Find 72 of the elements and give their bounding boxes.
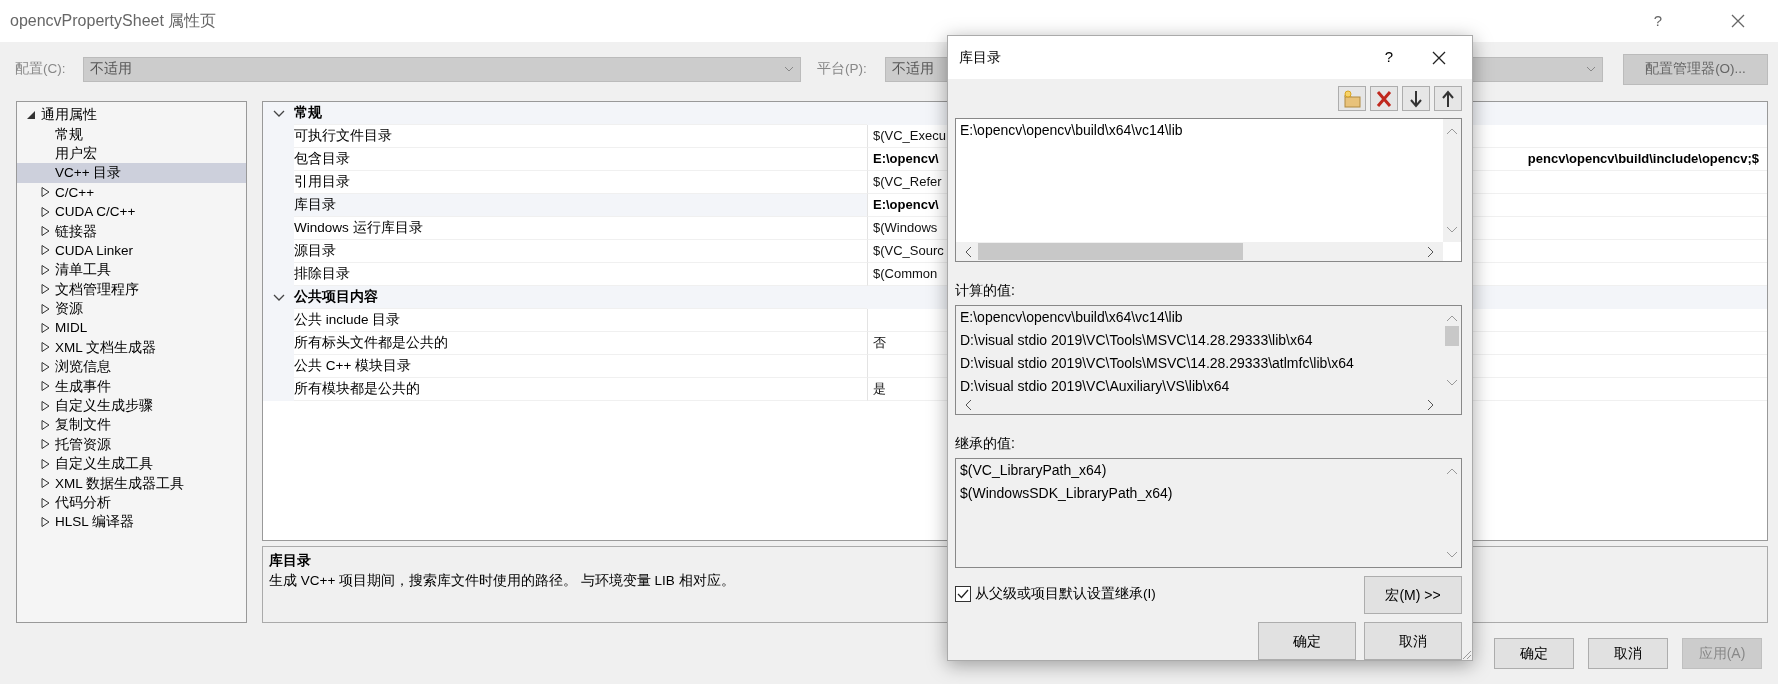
property-name[interactable]: 包含目录 — [294, 148, 867, 171]
delete-button[interactable] — [1370, 86, 1398, 111]
dialog-title: 库目录 — [959, 48, 1002, 67]
scrollbar-thumb[interactable] — [1445, 326, 1459, 346]
list-entry: D:\visual stdio 2019\VC\Auxiliary\VS\lib\x64 — [959, 377, 1231, 396]
move-down-button[interactable] — [1402, 86, 1430, 111]
tree-item[interactable]: MIDL — [17, 318, 246, 338]
property-name[interactable]: 所有标头文件都是公共的 — [294, 332, 867, 355]
tree-item[interactable]: 通用属性 — [17, 105, 246, 125]
section-label: 继承的值: — [955, 434, 1016, 453]
list-entry: D:\visual stdio 2019\VC\Tools\MSVC\14.28.29333\lib\x64 — [959, 331, 1314, 350]
tree-item[interactable]: XML 数据生成器工具 — [17, 473, 246, 493]
tree-item[interactable]: 文档管理程序 — [17, 279, 246, 299]
window-title: opencvPropertySheet 属性页 — [10, 11, 218, 31]
list-box[interactable]: E:\opencv\opencv\build\x64\vc14\lib — [955, 118, 1462, 262]
checkbox[interactable] — [955, 586, 971, 603]
list-entry: $(WindowsSDK_LibraryPath_x64) — [959, 484, 1174, 503]
tree-item[interactable]: 自定义生成工具 — [17, 454, 246, 474]
macro-button[interactable]: 宏(M) >> — [1364, 576, 1462, 614]
tree-item[interactable]: HLSL 编译器 — [17, 512, 246, 532]
tree-item[interactable]: 自定义生成步骤 — [17, 395, 246, 416]
tree-item[interactable]: 常规 — [17, 124, 246, 144]
scrollbar[interactable] — [956, 242, 1443, 261]
tree-item[interactable]: 复制文件 — [17, 415, 246, 435]
description-text: 生成 VC++ 项目期间，搜索库文件时使用的路径。 与环境变量 LIB 相对应。 — [269, 572, 735, 591]
tree-item[interactable]: 托管资源 — [17, 434, 246, 455]
property-name[interactable]: 可执行文件目录 — [294, 125, 867, 148]
move-up-button[interactable] — [1434, 86, 1462, 111]
dropdown-icon — [784, 66, 794, 72]
tree-item[interactable]: C/C++ — [17, 182, 246, 202]
list-entry[interactable]: E:\opencv\opencv\build\x64\vc14\lib — [956, 119, 1442, 142]
dialog-button[interactable]: 取消 — [1364, 622, 1462, 660]
list-entry: D:\visual stdio 2019\VC\Tools\MSVC\14.28.29333\atlmfc\lib\x64 — [959, 354, 1355, 373]
tree-item[interactable]: 资源 — [17, 298, 246, 319]
property-name[interactable]: Windows 运行库目录 — [294, 217, 867, 240]
dialog-button[interactable]: 确定 — [1258, 622, 1356, 660]
tree-item[interactable]: VC++ 目录 — [17, 163, 246, 183]
combo-box[interactable]: 不适用 — [83, 56, 801, 82]
property-name[interactable]: 公共 C++ 模块目录 — [294, 355, 867, 378]
delete-icon — [1374, 88, 1394, 109]
scrollbar-thumb[interactable] — [978, 243, 1243, 260]
tree-item[interactable]: 链接器 — [17, 221, 246, 241]
tree-item[interactable]: 用户宏 — [17, 143, 246, 164]
folder-icon — [1342, 88, 1362, 109]
tree-item[interactable]: 生成事件 — [17, 376, 246, 396]
property-name[interactable]: 库目录 — [294, 194, 867, 217]
checkmark-icon — [957, 589, 969, 600]
help-button[interactable]: ? — [1364, 46, 1414, 69]
resize-grip-icon — [1460, 648, 1472, 660]
tree-item[interactable]: 浏览信息 — [17, 357, 246, 377]
description-title: 库目录 — [269, 552, 311, 570]
tree-item[interactable]: 清单工具 — [17, 260, 246, 280]
dialog-button[interactable]: 取消 — [1588, 638, 1668, 669]
tree-item[interactable]: XML 文档生成器 — [17, 337, 246, 358]
help-button[interactable]: ? — [1618, 9, 1698, 33]
list-entry: $(VC_LibraryPath_x64) — [959, 461, 1108, 480]
tree-item[interactable]: CUDA C/C++ — [17, 201, 246, 222]
property-name[interactable]: 公共 include 目录 — [294, 309, 867, 332]
dropdown-icon — [1586, 66, 1596, 72]
dialog-button[interactable]: 确定 — [1494, 638, 1574, 669]
checkbox-label: 从父级或项目默认设置继承(I) — [975, 585, 1156, 603]
property-name[interactable]: 源目录 — [294, 240, 867, 263]
tree-item[interactable]: 代码分析 — [17, 492, 246, 513]
config-label: 配置(C): — [15, 59, 67, 78]
close-icon[interactable] — [1432, 50, 1446, 65]
section-label: 计算的值: — [955, 281, 1016, 300]
section-header[interactable]: 公共项目内容 — [294, 286, 867, 309]
scrollbar[interactable] — [1443, 119, 1461, 242]
platform-label: 平台(P): — [817, 59, 868, 78]
list-entry: E:\opencv\opencv\build\x64\vc14\lib — [959, 308, 1184, 327]
property-name[interactable]: 所有模块都是公共的 — [294, 378, 867, 401]
tree-item[interactable]: CUDA Linker — [17, 240, 246, 261]
